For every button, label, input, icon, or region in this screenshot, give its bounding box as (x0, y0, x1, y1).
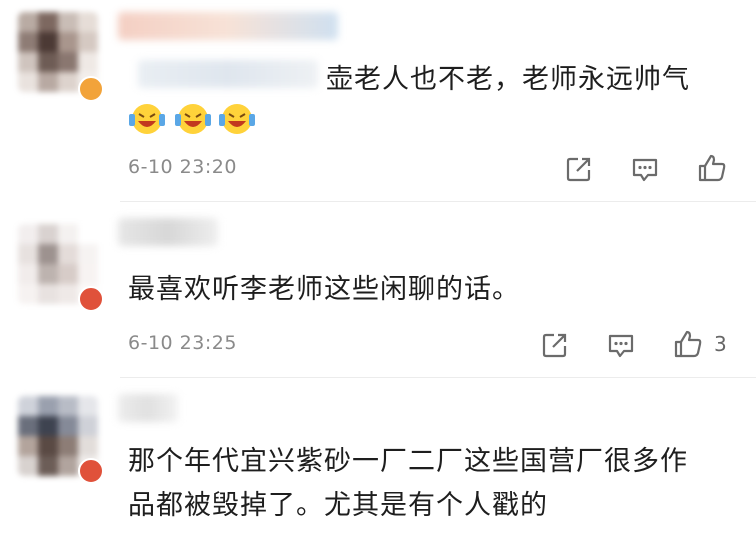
thumbs-up-icon[interactable] (696, 152, 728, 184)
share-icon[interactable] (564, 154, 594, 184)
comment-text: 最喜欢听李老师这些闲聊的话。 (128, 274, 520, 305)
thumbs-up-icon[interactable] (672, 328, 704, 360)
username-blurred[interactable] (138, 60, 318, 88)
laughing-cry-emoji (175, 104, 211, 134)
comment-icon[interactable] (606, 330, 636, 360)
username-blurred[interactable] (118, 218, 218, 246)
comment-text: 品都被毁掉了。尤其是有个人戳的 (128, 490, 548, 521)
comment-item: 最喜欢听李老师这些闲聊的话。 6-10 23:25 3 (0, 202, 756, 376)
comment-icon[interactable] (630, 154, 660, 184)
share-icon[interactable] (540, 330, 570, 360)
comment-item: 那个年代宜兴紫砂一厂二厂这些国营厂很多作 品都被毁掉了。尤其是有个人戳的 (0, 378, 756, 538)
like-count: 3 (714, 332, 727, 356)
laughing-cry-emoji (219, 104, 255, 134)
comment-time: 6-10 23:20 (128, 156, 237, 178)
verified-badge-icon (78, 458, 104, 484)
username-blurred[interactable] (118, 394, 178, 422)
comment-time: 6-10 23:25 (128, 332, 237, 354)
username-blurred[interactable] (118, 12, 338, 40)
comment-item: 壶老人也不老，老师永远帅气 6-10 23:20 (0, 0, 756, 200)
comment-text: 壶老人也不老，老师永远帅气 (326, 64, 690, 95)
comment-text: 那个年代宜兴紫砂一厂二厂这些国营厂很多作 (128, 446, 688, 477)
verified-badge-icon (78, 286, 104, 312)
laughing-cry-emoji (129, 104, 165, 134)
verified-badge-icon (78, 76, 104, 102)
